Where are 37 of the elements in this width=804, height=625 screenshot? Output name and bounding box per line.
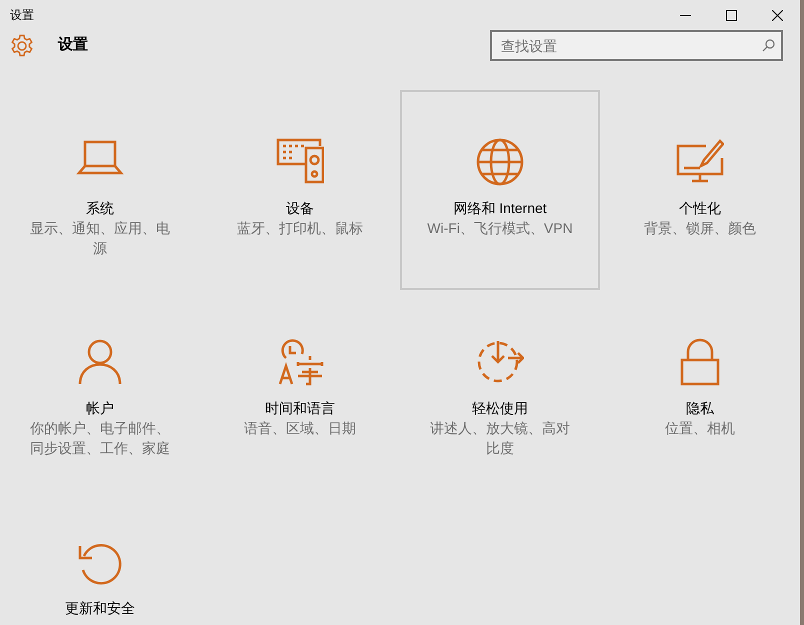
close-icon (772, 10, 782, 20)
settings-tile[interactable]: 时间和语言 语音、区域、日期 (200, 290, 400, 490)
maximize-icon (726, 10, 736, 20)
tile-description: 语音、区域、日期 (243, 419, 357, 438)
tile-title: 更新和安全 (65, 599, 135, 618)
settings-tile[interactable]: 更新和安全 (0, 490, 200, 625)
tile-description: 你的帐户、电子邮件、同步设置、工作、家庭 (29, 419, 171, 458)
globe-icon (476, 138, 524, 186)
clock-letter-icon (276, 338, 324, 386)
settings-tile[interactable]: 设备 蓝牙、打印机、鼠标 (200, 90, 400, 290)
tile-title: 个性化 (679, 199, 721, 218)
tile-title: 设备 (286, 199, 314, 218)
tile-description: 蓝牙、打印机、鼠标 (236, 219, 364, 238)
settings-tile[interactable]: 轻松使用 讲述人、放大镜、高对比度 (400, 290, 600, 490)
person-icon (76, 338, 124, 386)
tile-description: 位置、相机 (664, 419, 736, 438)
tile-description: 显示、通知、应用、电源 (29, 219, 171, 258)
settings-icon (10, 34, 34, 58)
keyboard-speaker-icon (276, 138, 324, 186)
tile-title: 时间和语言 (265, 399, 335, 418)
tile-title: 网络和 Internet (453, 199, 547, 218)
window-title: 设置 (10, 7, 34, 24)
search-field[interactable]: 查找设置 (490, 30, 783, 61)
settings-tile[interactable]: 隐私 位置、相机 (600, 290, 800, 490)
tile-description: 讲述人、放大镜、高对比度 (429, 419, 571, 458)
settings-tile[interactable]: 个性化 背景、锁屏、颜色 (600, 90, 800, 290)
tile-title: 轻松使用 (472, 399, 528, 418)
tile-description: Wi-Fi、飞行模式、VPN (427, 219, 573, 238)
tile-description: 背景、锁屏、颜色 (643, 219, 757, 238)
settings-tile[interactable]: 网络和 Internet Wi-Fi、飞行模式、VPN (400, 90, 600, 290)
page-title: 设置 (58, 35, 88, 56)
tile-title: 系统 (86, 199, 114, 218)
settings-tile[interactable]: 帐户 你的帐户、电子邮件、同步设置、工作、家庭 (0, 290, 200, 490)
tile-title: 帐户 (86, 399, 114, 418)
tile-title: 隐私 (686, 399, 714, 418)
settings-tile[interactable]: 系统 显示、通知、应用、电源 (0, 90, 200, 290)
search-icon (762, 39, 775, 52)
